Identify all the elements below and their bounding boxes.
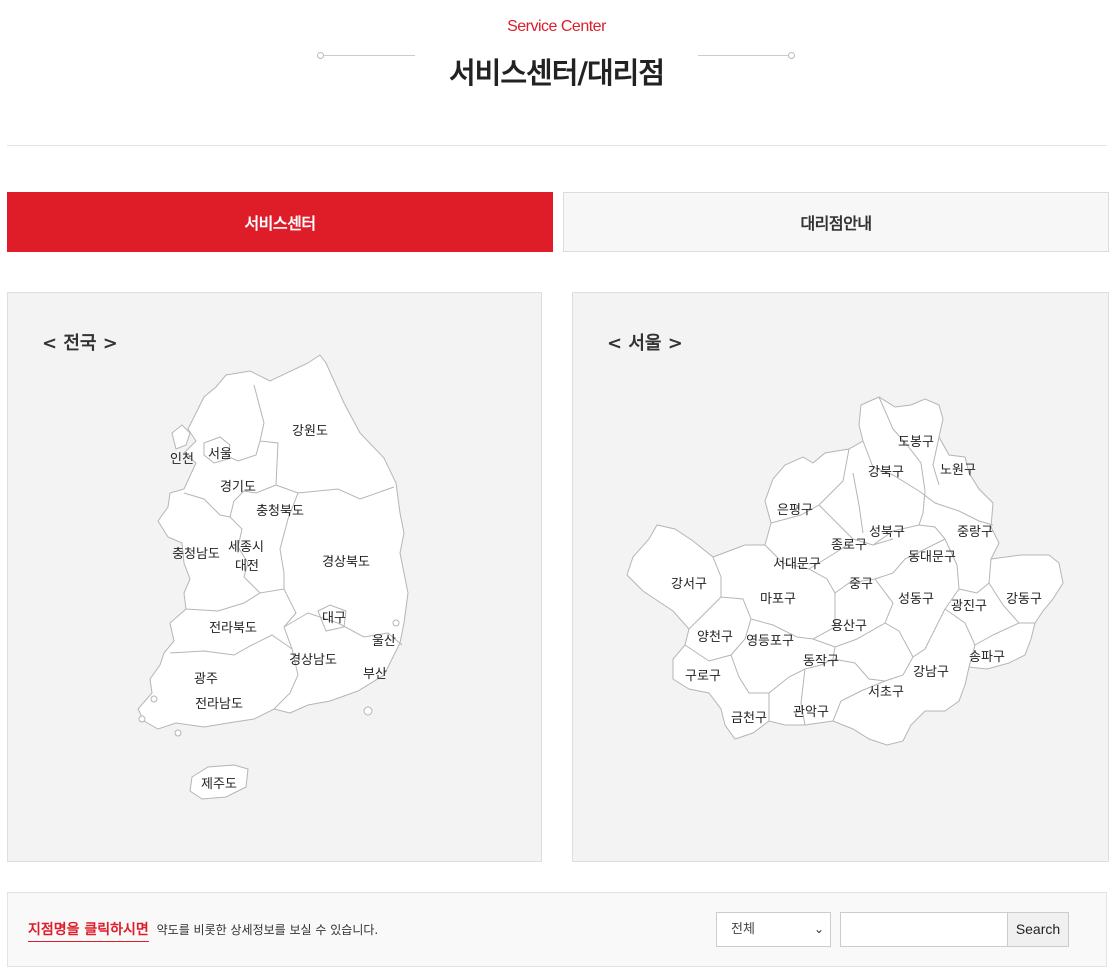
district-label-seodaemun[interactable]: 서대문구 <box>773 557 821 572</box>
district-label-eunpyeong[interactable]: 은평구 <box>777 503 813 518</box>
region-label-jeonbuk[interactable]: 전라북도 <box>209 621 257 636</box>
district-label-yeongdeungpo[interactable]: 영등포구 <box>746 634 794 649</box>
district-label-guro[interactable]: 구로구 <box>685 669 721 684</box>
region-label-incheon[interactable]: 인천 <box>170 452 194 467</box>
seoul-outline <box>626 396 1064 746</box>
region-label-gyeongnam[interactable]: 경상남도 <box>289 653 337 668</box>
region-label-busan[interactable]: 부산 <box>363 667 387 682</box>
district-label-yongsan[interactable]: 용산구 <box>831 619 867 634</box>
region-label-gyeongbuk[interactable]: 경상북도 <box>322 555 370 570</box>
region-label-chungbuk[interactable]: 충청북도 <box>256 504 304 519</box>
page-subtitle: Service Center <box>507 18 606 35</box>
district-label-gangbuk[interactable]: 강북구 <box>868 465 904 480</box>
region-label-chungnam[interactable]: 충청남도 <box>172 547 220 562</box>
district-label-songpa[interactable]: 송파구 <box>969 650 1005 665</box>
district-label-gwanak[interactable]: 관악구 <box>793 705 829 720</box>
district-label-seongbuk[interactable]: 성북구 <box>869 525 905 540</box>
island <box>363 706 373 716</box>
region-label-gyeonggi[interactable]: 경기도 <box>220 480 256 495</box>
island <box>150 695 158 703</box>
region-label-ulsan[interactable]: 울산 <box>372 634 396 649</box>
search-button[interactable]: Search <box>1007 912 1069 947</box>
search-input[interactable] <box>840 912 1008 947</box>
district-label-dobong[interactable]: 도봉구 <box>898 435 934 450</box>
island <box>174 729 182 737</box>
district-label-seocho[interactable]: 서초구 <box>868 685 904 700</box>
district-label-geumcheon[interactable]: 금천구 <box>731 711 767 726</box>
region-label-sejong[interactable]: 세종시 <box>228 540 264 555</box>
region-label-daejeon[interactable]: 대전 <box>235 559 259 574</box>
island <box>138 715 146 723</box>
national-map: 강원도 서울 인천 경기도 충청북도 세종시 대전 충청남도 경상북도 대구 전… <box>137 354 409 800</box>
region-select[interactable]: 전체 ⌄ <box>716 912 831 947</box>
region-label-daegu[interactable]: 대구 <box>322 611 346 626</box>
district-label-gangnam[interactable]: 강남구 <box>913 665 949 680</box>
district-label-yangcheon[interactable]: 양천구 <box>697 630 733 645</box>
region-incheon-shape <box>171 424 191 450</box>
district-label-mapo[interactable]: 마포구 <box>760 592 796 607</box>
region-label-gwangju[interactable]: 광주 <box>194 672 218 687</box>
district-label-dongdaemun[interactable]: 동대문구 <box>908 550 956 565</box>
region-label-seoul[interactable]: 서울 <box>208 447 232 462</box>
search-bar: 지점명을 클릭하시면 약도를 비롯한 상세정보를 보실 수 있습니다. 전체 ⌄… <box>7 892 1107 967</box>
region-label-jeju[interactable]: 제주도 <box>201 777 237 792</box>
notice-highlight: 지점명을 클릭하시면 <box>28 922 149 942</box>
header-divider <box>7 145 1107 146</box>
district-label-gangseo[interactable]: 강서구 <box>671 577 707 592</box>
region-label-gangwon[interactable]: 강원도 <box>292 424 328 439</box>
seoul-map-panel: < 서울 > 도봉구 강북구 노원구 은평구 성북구 종로구 중랑구 동대문구 … <box>572 292 1109 862</box>
district-label-gwangjin[interactable]: 광진구 <box>951 599 987 614</box>
notice-text: 약도를 비롯한 상세정보를 보실 수 있습니다. <box>156 923 379 937</box>
tab-dealer-info[interactable]: 대리점안내 <box>563 192 1109 252</box>
region-select-value: 전체 <box>731 922 755 937</box>
district-label-gangdong[interactable]: 강동구 <box>1006 592 1042 607</box>
district-label-jungnang[interactable]: 중랑구 <box>957 525 993 540</box>
district-label-jongno[interactable]: 종로구 <box>831 538 867 553</box>
island <box>392 619 400 627</box>
district-label-dongjak[interactable]: 동작구 <box>803 654 839 669</box>
tab-service-center[interactable]: 서비스센터 <box>7 192 553 252</box>
page-title: 서비스센터/대리점 <box>448 56 665 90</box>
national-map-panel: < 전국 > 강원도 서울 인천 경기도 충청북도 세종시 대전 충청남도 경상… <box>7 292 542 862</box>
district-label-jung[interactable]: 중구 <box>849 577 873 592</box>
seoul-map: 도봉구 강북구 노원구 은평구 성북구 종로구 중랑구 동대문구 서대문구 강서… <box>626 396 1064 746</box>
region-label-jeonnam[interactable]: 전라남도 <box>195 697 243 712</box>
chevron-down-icon: ⌄ <box>813 922 824 936</box>
district-label-nowon[interactable]: 노원구 <box>940 463 976 478</box>
district-label-seongdong[interactable]: 성동구 <box>898 592 934 607</box>
notice: 지점명을 클릭하시면 약도를 비롯한 상세정보를 보실 수 있습니다. <box>28 919 379 942</box>
